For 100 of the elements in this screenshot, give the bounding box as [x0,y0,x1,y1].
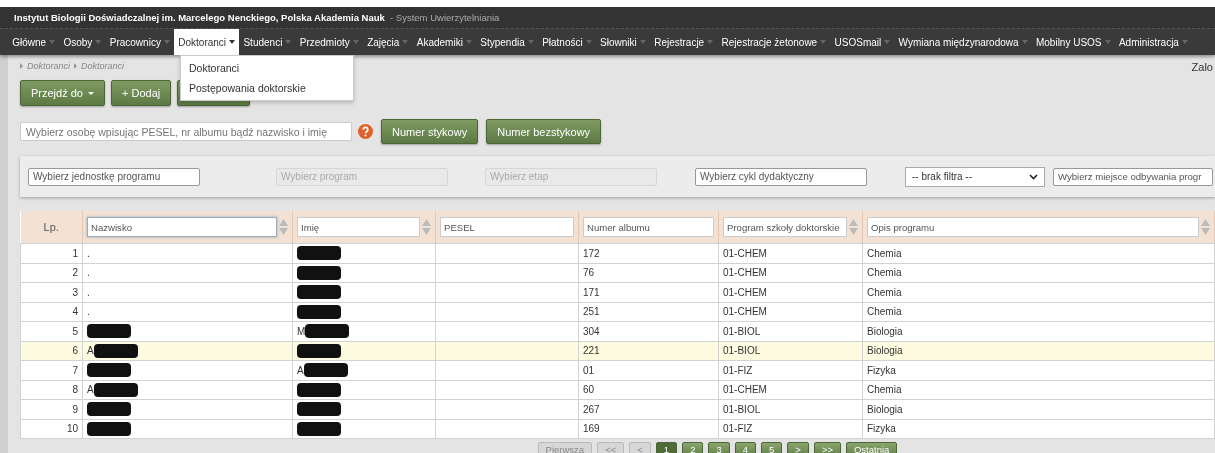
table-cell: Chemia [867,247,902,259]
table-cell: 60 [583,384,595,396]
nav-menu-item[interactable]: Mobilny USOS [1031,29,1115,55]
table-cell: Chemia [867,306,902,318]
dropdown-item[interactable]: Postępowania doktorskie [181,78,353,98]
row-number: 7 [72,364,78,376]
table-cell: M [297,325,306,337]
sort-icon[interactable] [279,218,288,236]
nav-menu-item[interactable]: Stypendia [476,29,538,55]
row-number: 10 [66,423,78,435]
table-cell: 169 [583,423,600,435]
nav-menu-item[interactable]: Administracja [1114,29,1193,55]
column-filter-field[interactable]: Numer albumu [583,217,714,237]
table-cell: 01-FIZ [723,364,753,376]
table-cell: . [87,306,90,318]
filter-field[interactable]: Wybierz miejsce odbywania progr [1053,167,1213,186]
table-cell: 304 [583,325,600,337]
sort-icon[interactable] [849,218,858,236]
table-cell: Biologia [867,345,903,357]
filter-dropdown[interactable]: -- brak filtra -- [905,166,1045,187]
nav-menu-item[interactable]: Doktoranci [174,29,240,55]
column-filter-field[interactable]: Program szkoły doktorskie [723,217,847,237]
sort-icon[interactable] [422,218,431,236]
page-button[interactable]: 5 [761,442,783,453]
page-button[interactable]: 2 [682,442,704,453]
table-cell: 76 [583,267,595,279]
table-cell: 01-CHEM [723,247,767,259]
table-cell: Biologia [867,403,903,415]
user-link[interactable]: Zalo [1191,61,1213,73]
page-button[interactable]: 4 [734,442,756,453]
nav-menu-item[interactable]: USOSmail [830,29,895,55]
table-cell: A [87,345,94,357]
page-button[interactable]: Ostatnia [846,442,898,453]
help-icon[interactable] [358,124,373,139]
nav-menu-item[interactable]: Pracownicy [105,29,175,55]
row-number: 3 [72,286,78,298]
nav-menu-item[interactable]: Osoby [59,29,106,55]
table-cell: 171 [583,286,600,298]
column-filter-field[interactable]: Imię [297,217,420,237]
table-cell: 01-CHEM [723,267,767,279]
table-cell: 251 [583,306,600,318]
table-cell: 172 [583,247,600,259]
row-number: 9 [72,403,78,415]
nav-menu-item[interactable]: Rejestracje żetonowe [717,29,831,55]
chevron-down-icon [1029,173,1038,180]
row-number: 1 [72,247,78,259]
table-cell: Biologia [867,325,903,337]
table-cell: 267 [583,403,600,415]
sort-icon[interactable] [1201,218,1210,236]
page-button[interactable]: 3 [708,442,730,453]
table-cell: 01-CHEM [723,286,767,298]
table-cell: Chemia [867,267,902,279]
nav-menu-item[interactable]: Przedmioty [295,29,363,55]
table-cell: . [87,286,90,298]
table-cell: 01-FIZ [723,423,753,435]
person-search-field[interactable]: Wybierz osobę wpisując PESEL, nr albumu bądź nazwisko i imię [20,122,352,141]
page-button[interactable]: > [787,442,809,453]
table-cell: . [87,247,90,259]
card-number-button[interactable]: Numer bezstykowy [486,119,602,144]
goto-button[interactable]: Przejdź do [20,80,105,106]
table-cell: 01-BIOL [723,345,761,357]
row-number: 4 [72,306,78,318]
card-number-button[interactable]: Numer stykowy [381,119,479,144]
column-filter-field[interactable]: Nazwisko [87,217,277,237]
table-cell: Chemia [867,384,902,396]
table-cell: 01 [583,364,595,376]
table-cell: 01-CHEM [723,306,767,318]
row-number: 5 [72,325,78,337]
table-cell: 01-CHEM [723,384,767,396]
add-button[interactable]: + Dodaj [111,80,172,106]
column-header: Lp. [43,221,59,233]
table-cell: . [87,267,90,279]
nav-menu-item[interactable]: Główne [8,29,60,55]
row-number: 6 [72,345,78,357]
institution-name: Instytut Biologii Doświadczalnej im. Marcelego Nenckiego, Polska Akademia Nauk [14,12,385,23]
table-cell: Chemia [867,286,902,298]
row-number: 8 [72,384,78,396]
table-cell: A [297,364,304,376]
nav-menu-item[interactable]: Akademiki [412,29,477,55]
filter-field[interactable]: Wybierz cykl dydaktyczny [695,167,867,186]
table-cell: 01-BIOL [723,403,761,415]
nav-menu-item[interactable]: Wymiana międzynarodowa [894,29,1032,55]
page-button[interactable]: >> [813,442,841,453]
table-cell: 01-BIOL [723,325,761,337]
nav-menu-item[interactable]: Rejestracje [649,29,718,55]
table-cell: A [87,384,94,396]
filter-field[interactable]: Wybierz jednostkę programu [28,167,200,186]
table-cell: 221 [583,345,600,357]
table-cell: Fizyka [867,423,896,435]
nav-menu-item[interactable]: Słowniki [595,29,650,55]
column-filter-field[interactable]: PESEL [440,217,574,237]
nav-menu-item[interactable]: Zajęcia [362,29,413,55]
system-name: - System Uwierzytelniania [389,12,500,23]
column-filter-field[interactable]: Opis programu [867,217,1199,237]
dropdown-item[interactable]: Doktoranci [181,58,353,78]
row-number: 2 [72,267,78,279]
nav-menu-item[interactable]: Płatności [537,29,596,55]
table-cell: Fizyka [867,364,896,376]
nav-menu-item[interactable]: Studenci [239,29,296,55]
page-button[interactable]: 1 [655,442,678,453]
